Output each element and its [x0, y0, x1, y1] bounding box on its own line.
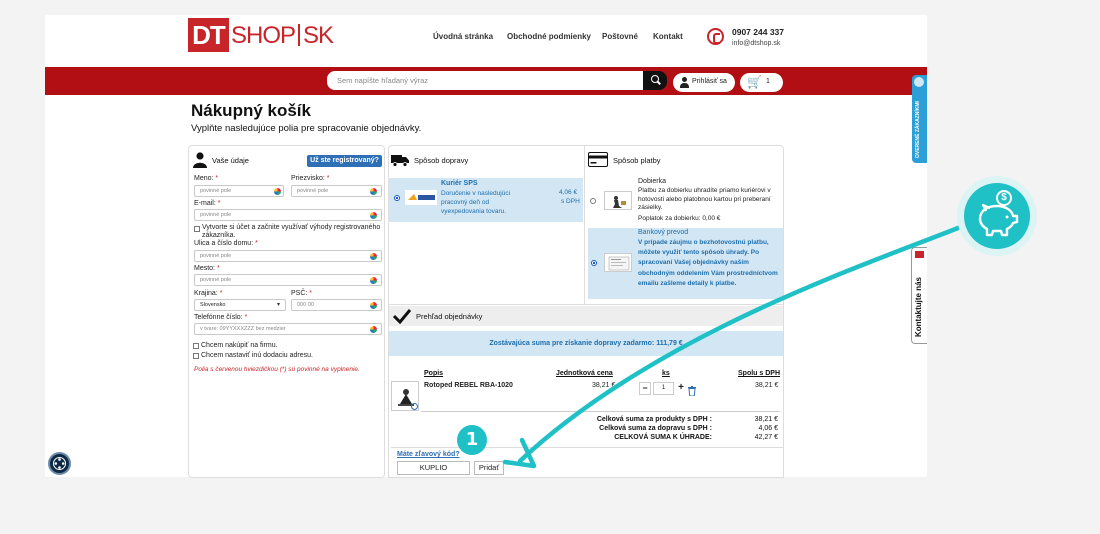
annotation-arrow [502, 221, 971, 469]
step-number-badge: 1 [457, 425, 487, 455]
piggy-bank-badge [964, 183, 1030, 249]
piggy-bank-icon [978, 190, 1019, 237]
coin-symbol: $ [1001, 192, 1007, 203]
